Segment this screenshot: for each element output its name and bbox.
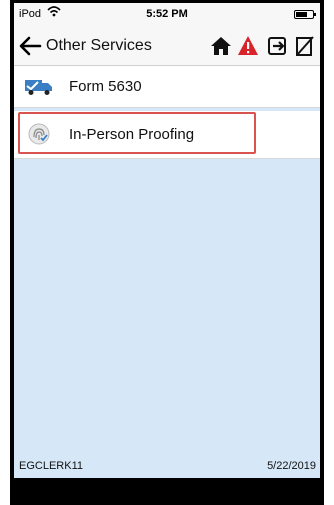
user-id: EGCLERK11 bbox=[19, 460, 83, 472]
list-item-form-5630[interactable]: Form 5630 bbox=[14, 66, 320, 108]
battery-icon bbox=[294, 10, 316, 19]
fingerprint-icon bbox=[28, 123, 50, 145]
list-item-label: Form 5630 bbox=[69, 78, 142, 95]
status-bar: iPod 5:52 PM bbox=[14, 3, 320, 27]
device-frame: iPod 5:52 PM Other Services Form 5630 In… bbox=[10, 0, 324, 505]
back-arrow-icon[interactable] bbox=[18, 36, 42, 56]
page-title: Other Services bbox=[46, 37, 152, 54]
truck-icon bbox=[25, 80, 52, 95]
footer-date: 5/22/2019 bbox=[267, 460, 316, 472]
clock: 5:52 PM bbox=[146, 8, 188, 20]
home-icon[interactable] bbox=[210, 35, 232, 57]
alert-icon[interactable] bbox=[237, 35, 259, 57]
footer-bar: EGCLERK11 5/22/2019 bbox=[14, 453, 320, 478]
app-screen: iPod 5:52 PM Other Services Form 5630 In… bbox=[14, 3, 320, 478]
navigation-bar: Other Services bbox=[14, 27, 320, 66]
cancel-document-icon[interactable] bbox=[294, 35, 316, 57]
list-item-in-person-proofing[interactable]: In-Person Proofing bbox=[14, 111, 320, 159]
logout-icon[interactable] bbox=[267, 35, 289, 57]
list-item-label: In-Person Proofing bbox=[69, 126, 195, 143]
